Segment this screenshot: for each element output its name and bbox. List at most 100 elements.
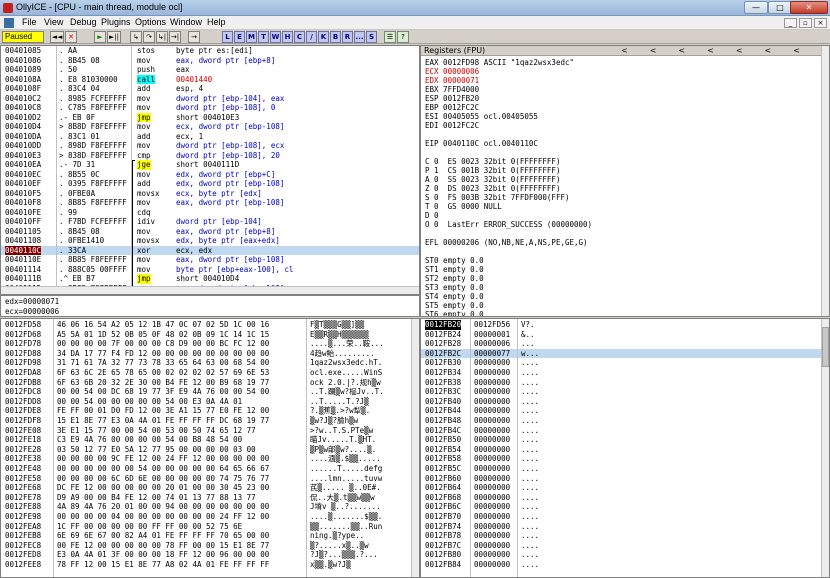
- options-list-icon[interactable]: ☰: [384, 31, 396, 43]
- step-into-button[interactable]: ↳: [130, 31, 142, 43]
- disasm-row[interactable]: 00401108 . 0FBE1410 movsx edx, byte ptr [ea…: [1, 236, 419, 246]
- toolbar-window-button[interactable]: /: [306, 31, 317, 43]
- toolbar-window-button[interactable]: L: [222, 31, 233, 43]
- menu-window[interactable]: Window: [170, 17, 202, 27]
- toolbar-window-button[interactable]: K: [318, 31, 329, 43]
- registers-vscrollbar[interactable]: [821, 46, 829, 316]
- stack-row[interactable]: 0012FB38 00000000....: [421, 378, 829, 388]
- mdi-close-button[interactable]: ×: [814, 18, 827, 28]
- minimize-button[interactable]: —: [744, 1, 768, 14]
- dump-row[interactable]: 0012FD68 A5 5A 01 1D 52 0B 05 0F 48 02 0B…: [1, 330, 419, 340]
- register-line[interactable]: ST6 empty 0.0: [421, 310, 829, 316]
- disasm-row[interactable]: 004010F8 . 8B85 F8FEFFFF mov eax, dword ptr…: [1, 198, 419, 208]
- toolbar-window-button[interactable]: C: [294, 31, 305, 43]
- disasm-row[interactable]: 00401086 . 8B45 08 mov eax, dword ptr [ebp+…: [1, 56, 419, 66]
- disasm-row[interactable]: 004010DA . 83C1 01 add ecx, 1: [1, 132, 419, 142]
- registers-pane[interactable]: Registers (FPU) <<<<<<<< EAX 0012FD98 AS…: [420, 45, 830, 317]
- dump-row[interactable]: 0012FDA8 6F 63 6C 2E 65 78 65 00 02 02 02…: [1, 368, 419, 378]
- trace-into-button[interactable]: ↳|: [156, 31, 168, 43]
- menu-debug[interactable]: Debug: [70, 17, 97, 27]
- disasm-row[interactable]: 004010DD . 898D F8FEFFFF mov dword ptr [ebp…: [1, 141, 419, 151]
- disasm-row[interactable]: 004010E3 > 838D F8FEFFFF cmp dword ptr [ebp…: [1, 151, 419, 161]
- disasm-row[interactable]: 004010D2 .- EB 0F jmp short 004010E3: [1, 112, 419, 122]
- stack-row[interactable]: 0012FB80 00000000....: [421, 550, 829, 560]
- dump-row[interactable]: 0012FED8 E3 0A 4A 01 3F 00 00 00 18 FF 12…: [1, 550, 419, 560]
- stack-row[interactable]: 0012FB54 00000000....: [421, 445, 829, 455]
- disasm-row[interactable]: 004010D4 > 8B8D F8FEFFFF mov ecx, dword ptr…: [1, 122, 419, 132]
- stack-row[interactable]: 0012FB28 00000006...: [421, 339, 829, 349]
- disasm-row[interactable]: 004010F5 . 0FBE0A movsx ecx, byte ptr [edx]: [1, 189, 419, 199]
- toolbar-window-button[interactable]: R: [342, 31, 353, 43]
- disasm-row[interactable]: 0040108A . E8 81030000 call 00401440: [1, 74, 419, 84]
- dump-row[interactable]: 0012FEA8 1C FF 00 00 00 00 00 FF FF 00 00…: [1, 522, 419, 532]
- stack-row[interactable]: 0012FB74 00000000....: [421, 522, 829, 532]
- mdi-window-icon[interactable]: [4, 18, 14, 28]
- stack-row[interactable]: 0012FB4C 00000000....: [421, 426, 829, 436]
- stack-row[interactable]: 0012FB5C 00000000....: [421, 464, 829, 474]
- dump-row[interactable]: 0012FDE8 FE FF 00 01 D0 FD 12 00 3E A1 15…: [1, 406, 419, 416]
- dump-row[interactable]: 0012FE78 D9 A9 00 00 B4 FE 12 00 74 01 13…: [1, 493, 419, 503]
- toolbar-window-button[interactable]: E: [234, 31, 245, 43]
- execute-till-return-button[interactable]: →: [188, 31, 200, 43]
- stack-row[interactable]: 0012FB7C 00000000....: [421, 541, 829, 551]
- mdi-restore-button[interactable]: ▫: [799, 18, 812, 28]
- disasm-row[interactable]: 004010FF . F7BD FCFEFFFF idiv dword ptr [eb…: [1, 217, 419, 227]
- disasm-row[interactable]: 00401105 . 8B45 08 mov eax, dword ptr [ebp+…: [1, 227, 419, 237]
- disassembly-hscrollbar[interactable]: [1, 286, 419, 294]
- dump-row[interactable]: 0012FDC8 00 00 54 00 DC 68 19 77 3F E9 4A…: [1, 387, 419, 397]
- dump-row[interactable]: 0012FD88 34 DA 17 77 F4 FD 12 00 00 00 00…: [1, 349, 419, 359]
- disassembly-pane[interactable]: 00401085. AA stos byte ptr es:[edi] 0040108…: [0, 45, 420, 295]
- dump-row[interactable]: 0012FDF8 15 E1 8E 77 E3 0A 4A 01 FE FF FF…: [1, 416, 419, 426]
- disasm-row[interactable]: 0040108F . 83C4 04 add esp, 4: [1, 84, 419, 94]
- memory-dump-pane[interactable]: 0012FD58 46 06 16 54 A2 05 12 1B 47 0C 07…: [0, 318, 420, 578]
- stack-row[interactable]: 0012FB58 00000000....: [421, 454, 829, 464]
- disasm-row[interactable]: 0040110E . 8B85 F8FEFFFF mov eax, dword ptr…: [1, 255, 419, 265]
- disasm-row[interactable]: 004010C8 . C785 F8FEFFFF mov dword ptr [ebp…: [1, 103, 419, 113]
- dump-row[interactable]: 0012FE88 4A 89 4A 76 20 01 00 00 94 00 00…: [1, 502, 419, 512]
- close-program-button[interactable]: ✕: [65, 31, 77, 43]
- disasm-row[interactable]: 004010C2 . 8985 FCFEFFFF mov dword ptr [ebp…: [1, 94, 419, 104]
- restart-button[interactable]: ◄◄: [50, 31, 64, 43]
- toolbar-window-button[interactable]: M: [246, 31, 257, 43]
- stack-row[interactable]: 0012FB48 00000000....: [421, 416, 829, 426]
- dump-row[interactable]: 0012FE38 00 00 00 00 9C FE 12 00 24 FF 12…: [1, 454, 419, 464]
- disasm-row[interactable]: 00401114 . 888C05 00FFFF mov byte ptr [ebp+…: [1, 265, 419, 275]
- menu-plugins[interactable]: Plugins: [101, 17, 131, 27]
- disasm-row[interactable]: 004010EA .- 7D 31 jge short 0040111D: [1, 160, 419, 170]
- stack-row[interactable]: 0012FB34 00000000....: [421, 368, 829, 378]
- close-button[interactable]: ✕: [790, 1, 828, 14]
- dump-row[interactable]: 0012FE98 00 00 00 00 04 00 00 00 00 00 00…: [1, 512, 419, 522]
- stack-row[interactable]: 0012FB3C 00000000....: [421, 387, 829, 397]
- disasm-row[interactable]: 004010EF . 0395 F8FEFFFF add edx, dword ptr…: [1, 179, 419, 189]
- menu-view[interactable]: View: [44, 17, 63, 27]
- stack-row[interactable]: 0012FB64 00000000....: [421, 483, 829, 493]
- stack-vscrollbar[interactable]: [821, 319, 829, 577]
- stack-row[interactable]: 0012FB40 00000000....: [421, 397, 829, 407]
- run-button[interactable]: ►: [94, 31, 106, 43]
- dump-row[interactable]: 0012FE28 03 50 12 77 E0 5A 12 77 95 00 00…: [1, 445, 419, 455]
- toolbar-window-button[interactable]: H: [282, 31, 293, 43]
- registers-nav-arrows[interactable]: <<<<<<<<: [621, 46, 829, 56]
- toolbar-window-button[interactable]: S: [366, 31, 377, 43]
- disasm-row[interactable]: 0040110C . 33CA xor ecx, edx: [1, 245, 419, 255]
- disasm-row[interactable]: 004010EC . 8B55 0C mov edx, dword ptr [ebp+…: [1, 170, 419, 180]
- dump-row[interactable]: 0012FE08 3E E1 15 77 00 00 54 00 53 00 50…: [1, 426, 419, 436]
- dump-row[interactable]: 0012FDD8 00 00 54 00 00 00 00 00 54 00 E3…: [1, 397, 419, 407]
- stack-row[interactable]: 0012FB68 00000000....: [421, 493, 829, 503]
- dump-row[interactable]: 0012FE58 00 00 00 00 6C 6D 6E 00 00 00 00…: [1, 474, 419, 484]
- menu-options[interactable]: Options: [135, 17, 166, 27]
- dump-row[interactable]: 0012FD58 46 06 16 54 A2 05 12 1B 47 0C 07…: [1, 320, 419, 330]
- stack-row[interactable]: 0012FB2C 00000077 w...: [421, 348, 829, 359]
- stack-row[interactable]: 0012FB50 00000000....: [421, 435, 829, 445]
- dump-row[interactable]: 0012FE18 C3 E9 4A 76 00 00 00 00 54 00 B8…: [1, 435, 419, 445]
- toolbar-window-button[interactable]: W: [270, 31, 281, 43]
- dump-vscrollbar[interactable]: [411, 319, 419, 577]
- dump-row[interactable]: 0012FD78 00 00 00 00 7F 00 00 00 C8 D9 00…: [1, 339, 419, 349]
- maximize-button[interactable]: □: [768, 1, 792, 14]
- disasm-row[interactable]: 00401089 . 50 push eax: [1, 65, 419, 75]
- disasm-row[interactable]: 0040111B .^ EB B7 jmp short 004010D4: [1, 274, 419, 284]
- trace-over-button[interactable]: →|: [169, 31, 181, 43]
- stack-row[interactable]: 0012FB84 00000000....: [421, 560, 829, 570]
- disasm-row[interactable]: 00401085 . AA stos byte ptr es:[edi]: [1, 46, 419, 56]
- menu-file[interactable]: File: [22, 17, 37, 27]
